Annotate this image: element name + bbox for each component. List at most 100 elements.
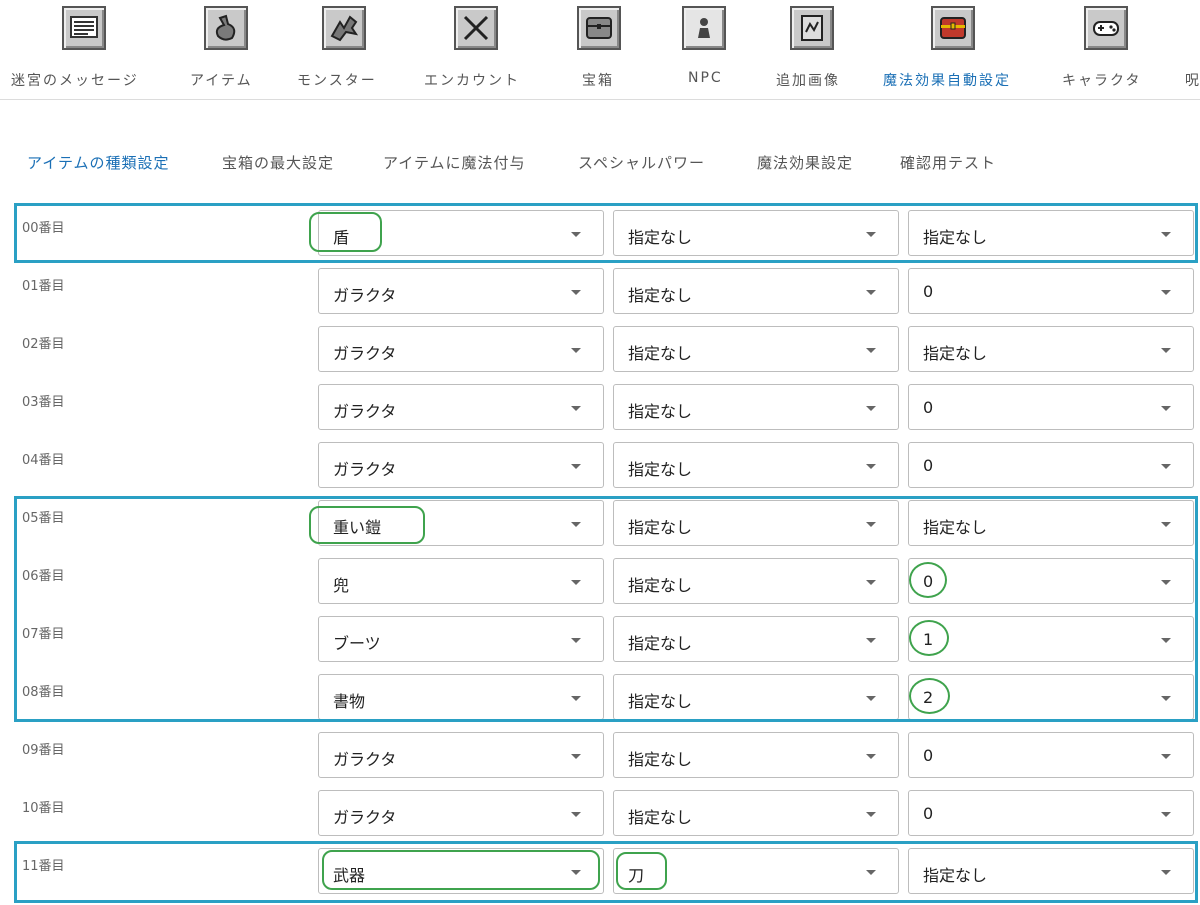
highlight-circle xyxy=(909,620,949,656)
row-label: 10番目 xyxy=(22,801,65,816)
toolbar-label: NPC xyxy=(688,70,723,86)
chevron-down-icon xyxy=(571,812,581,817)
table-row: 09番目 ガラクタ 指定なし 0 xyxy=(0,730,1200,788)
toolbar-label: エンカウント xyxy=(424,73,520,89)
item-sub-select[interactable]: 指定なし xyxy=(613,268,899,314)
tab-item-type[interactable]: アイテムの種類設定 xyxy=(27,152,170,173)
chevron-down-icon xyxy=(1161,812,1171,817)
select-value: 0 xyxy=(923,282,934,301)
highlight-box-row-11 xyxy=(14,841,1198,903)
toolbar-item-message[interactable]: 迷宮のメッセージ xyxy=(11,0,161,99)
row-label: 03番目 xyxy=(22,395,65,410)
select-value: 0 xyxy=(923,456,934,475)
toolbar-label: キャラクタ xyxy=(1062,73,1142,89)
highlight-circle xyxy=(909,678,950,714)
item-value-select[interactable]: 0 xyxy=(908,268,1194,314)
crossed-swords-icon xyxy=(454,6,498,50)
tab-test[interactable]: 確認用テスト xyxy=(900,152,996,173)
chevron-down-icon xyxy=(1161,290,1171,295)
tab-special-power[interactable]: スペシャルパワー xyxy=(578,152,705,173)
message-board-icon xyxy=(62,6,106,50)
select-value: 指定なし xyxy=(628,750,693,769)
item-type-select[interactable]: ガラクタ xyxy=(318,268,604,314)
chevron-down-icon xyxy=(571,754,581,759)
toolbar-item-extra-image[interactable]: 追加画像 xyxy=(776,0,856,99)
item-sub-select[interactable]: 指定なし xyxy=(613,384,899,430)
treasure-chest-icon xyxy=(577,6,621,50)
item-type-select[interactable]: ガラクタ xyxy=(318,442,604,488)
item-value-select[interactable]: 0 xyxy=(908,732,1194,778)
toolbar-item-curse[interactable]: 呪 xyxy=(1185,0,1200,99)
chevron-down-icon xyxy=(571,348,581,353)
highlight-circle xyxy=(909,562,947,598)
highlight-circle xyxy=(309,212,382,252)
select-value: 指定なし xyxy=(628,344,693,363)
highlight-circle xyxy=(322,850,600,890)
item-type-select[interactable]: ガラクタ xyxy=(318,384,604,430)
item-type-select[interactable]: ガラクタ xyxy=(318,326,604,372)
tab-item-enchant[interactable]: アイテムに魔法付与 xyxy=(383,152,526,173)
select-value: 0 xyxy=(923,804,934,823)
select-value: ガラクタ xyxy=(333,286,397,305)
select-value: 0 xyxy=(923,746,934,765)
highlight-circle xyxy=(309,506,425,544)
item-type-select[interactable]: ガラクタ xyxy=(318,790,604,836)
select-value: ガラクタ xyxy=(333,402,397,421)
toolbar-label: 宝箱 xyxy=(582,73,614,89)
chevron-down-icon xyxy=(1161,464,1171,469)
toolbar-label: モンスター xyxy=(297,73,377,89)
npc-figure-icon xyxy=(682,6,726,50)
toolbar-item-item[interactable]: アイテム xyxy=(190,0,270,99)
item-value-select[interactable]: 指定なし xyxy=(908,326,1194,372)
row-label: 09番目 xyxy=(22,743,65,758)
toolbar-label: 呪 xyxy=(1185,73,1200,89)
item-sub-select[interactable]: 指定なし xyxy=(613,326,899,372)
chevron-down-icon xyxy=(571,290,581,295)
chevron-down-icon xyxy=(1161,348,1171,353)
item-value-select[interactable]: 0 xyxy=(908,442,1194,488)
item-type-select[interactable]: ガラクタ xyxy=(318,732,604,778)
highlight-box-row-00 xyxy=(14,203,1198,263)
row-label: 04番目 xyxy=(22,453,65,468)
select-value: 指定なし xyxy=(923,344,988,363)
table-row: 03番目 ガラクタ 指定なし 0 xyxy=(0,382,1200,440)
item-value-select[interactable]: 0 xyxy=(908,384,1194,430)
table-row: 01番目 ガラクタ 指定なし 0 xyxy=(0,266,1200,324)
chevron-down-icon xyxy=(866,290,876,295)
chevron-down-icon xyxy=(571,406,581,411)
table-row: 10番目 ガラクタ 指定なし 0 xyxy=(0,788,1200,846)
table-row: 04番目 ガラクタ 指定なし 0 xyxy=(0,440,1200,498)
chevron-down-icon xyxy=(866,348,876,353)
select-value: 指定なし xyxy=(628,402,693,421)
toolbar-item-encount[interactable]: エンカウント xyxy=(424,0,534,99)
item-sub-select[interactable]: 指定なし xyxy=(613,442,899,488)
select-value: ガラクタ xyxy=(333,460,397,479)
image-scroll-icon xyxy=(790,6,834,50)
toolbar-item-magic-auto[interactable]: 魔法効果自動設定 xyxy=(883,0,1033,99)
select-value: 指定なし xyxy=(628,286,693,305)
item-sub-select[interactable]: 指定なし xyxy=(613,732,899,778)
item-value-select[interactable]: 0 xyxy=(908,790,1194,836)
row-label: 02番目 xyxy=(22,337,65,352)
toolbar-item-character[interactable]: キャラクタ xyxy=(1062,0,1162,99)
tab-magic-effect[interactable]: 魔法効果設定 xyxy=(757,152,853,173)
toolbar-label: 迷宮のメッセージ xyxy=(11,73,139,89)
tab-chest-max[interactable]: 宝箱の最大設定 xyxy=(222,152,334,173)
select-value: ガラクタ xyxy=(333,750,397,769)
item-sub-select[interactable]: 指定なし xyxy=(613,790,899,836)
highlight-circle xyxy=(616,852,667,890)
monster-dragon-icon xyxy=(322,6,366,50)
table-row: 02番目 ガラクタ 指定なし 指定なし xyxy=(0,324,1200,382)
chevron-down-icon xyxy=(866,812,876,817)
toolbar-item-monster[interactable]: モンスター xyxy=(297,0,397,99)
chevron-down-icon xyxy=(1161,406,1171,411)
toolbar-item-npc[interactable]: NPC xyxy=(682,0,735,99)
select-value: ガラクタ xyxy=(333,808,397,827)
highlight-box-rows-05-08 xyxy=(14,496,1198,722)
toolbar-label: 追加画像 xyxy=(776,73,840,89)
toolbar-item-chest[interactable]: 宝箱 xyxy=(577,0,630,99)
main-toolbar: 迷宮のメッセージ アイテム モンスター エンカウント 宝箱 NPC 追加画像 魔… xyxy=(0,0,1200,100)
select-value: 0 xyxy=(923,398,934,417)
chevron-down-icon xyxy=(1161,754,1171,759)
toolbar-label: アイテム xyxy=(190,73,253,89)
